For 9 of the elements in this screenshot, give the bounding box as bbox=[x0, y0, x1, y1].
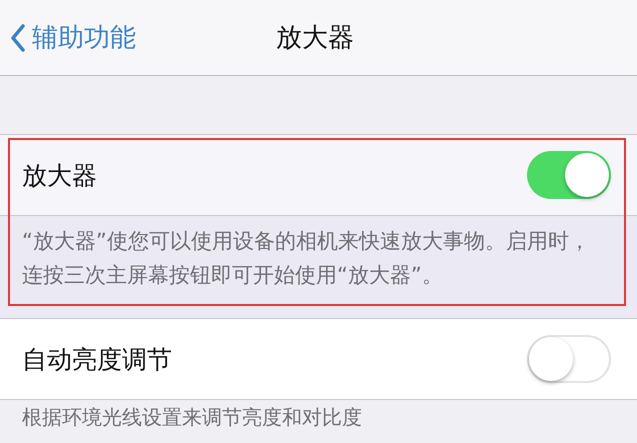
back-chevron-icon bbox=[10, 22, 26, 52]
setting-description: “放大器”使您可以使用设备的相机来快速放大事物。启用时，连按三次主屏幕按钮即可开始使用“放大器”。 bbox=[0, 216, 637, 318]
toggle-switch[interactable] bbox=[527, 151, 611, 199]
setting-label: 自动亮度调节 bbox=[22, 344, 172, 376]
screen-title: 放大器 bbox=[275, 22, 355, 55]
back-button[interactable]: 辅助功能 bbox=[0, 20, 136, 55]
setting-label: 放大器 bbox=[22, 160, 97, 192]
setting-description: 根据环境光线设置来调节亮度和对比度 bbox=[21, 404, 363, 431]
toggle-switch[interactable] bbox=[527, 335, 611, 383]
